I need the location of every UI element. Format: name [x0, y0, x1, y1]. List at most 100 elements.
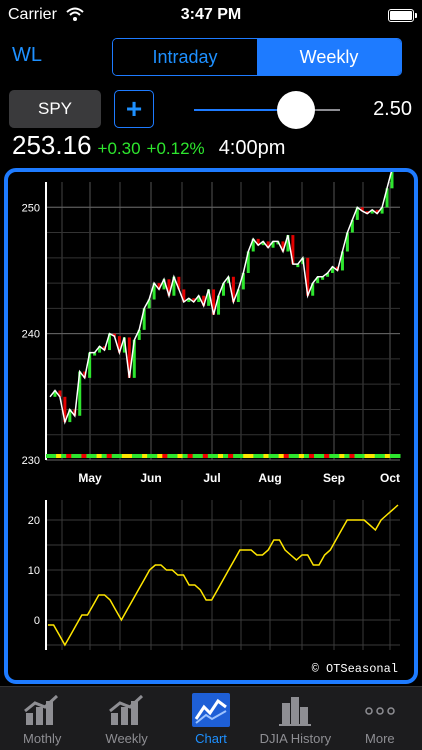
signal-strip-segment — [111, 454, 118, 458]
cycle-line — [48, 504, 399, 647]
signal-strip-segment — [76, 454, 82, 458]
battery-icon — [388, 9, 417, 22]
signal-strip-segment — [212, 454, 219, 458]
y-tick-label: 10 — [28, 565, 40, 577]
smoothing-slider[interactable] — [194, 91, 340, 129]
signal-strip-segment — [192, 454, 199, 458]
quote-line: 253.16 +0.30 +0.12% 4:00pm — [12, 130, 285, 162]
last-price: 253.16 — [12, 130, 92, 160]
tab-weekly[interactable]: Weekly — [84, 687, 168, 750]
signal-strip-segment — [197, 454, 204, 458]
tab-more[interactable]: More — [338, 687, 422, 750]
plus-icon: + — [125, 93, 143, 124]
tab-monthly[interactable]: Mothly — [0, 687, 84, 750]
slider-value: 2.50 — [373, 98, 412, 120]
signal-strip-segment — [116, 454, 123, 458]
price-chart: 230 240 250 May Jun Jul Aug Sep Oct — [22, 172, 401, 485]
signal-strip-segment — [308, 454, 315, 458]
signal-strip-segment — [344, 454, 350, 458]
signal-strip-segment — [369, 454, 376, 458]
tab-djia-history[interactable]: DJIA History — [253, 687, 337, 750]
signal-strip-segment — [207, 454, 214, 458]
tab-label: DJIA History — [259, 731, 332, 746]
signal-strip-segment — [126, 454, 133, 458]
signal-strip-segment — [319, 454, 325, 458]
signal-strip-segment — [329, 454, 335, 458]
signal-strip-segment — [384, 454, 391, 458]
chart-panel[interactable]: 230 240 250 May Jun Jul Aug Sep Oct 0 10 20 © OTSe… — [4, 168, 418, 684]
price-change-percent: +0.12% — [146, 139, 205, 158]
signal-strip-segment — [81, 454, 87, 458]
signal-strip-segment — [56, 454, 62, 458]
y-tick-label: 230 — [22, 455, 40, 467]
signal-strip-segment — [223, 454, 229, 458]
tab-label: More — [365, 731, 395, 746]
signal-strip-segment — [243, 454, 249, 458]
signal-strip-segment — [172, 454, 178, 458]
x-tick-label: Jun — [140, 471, 161, 485]
seasonal-cycle-chart: 0 10 20 — [28, 500, 400, 650]
add-symbol-button[interactable]: + — [114, 90, 154, 128]
chart-canvas: 230 240 250 May Jun Jul Aug Sep Oct 0 10 20 © OTSe… — [22, 172, 401, 676]
signal-strip-segment — [324, 454, 330, 458]
signal-strip-segment — [167, 454, 173, 458]
quote-time: 4:00pm — [218, 137, 286, 159]
signal-strip-segment — [314, 454, 320, 458]
y-tick-label: 20 — [28, 515, 40, 527]
signal-strip-segment — [157, 454, 163, 458]
signal-strip-segment — [258, 454, 264, 458]
signal-strip-segment — [354, 454, 361, 458]
signal-strip-segment — [101, 454, 108, 458]
symbol-button[interactable]: SPY — [9, 90, 101, 128]
x-tick-label: Oct — [380, 471, 400, 485]
watchlist-button[interactable]: WL — [12, 44, 42, 67]
slider-thumb[interactable] — [277, 91, 316, 129]
signal-strip-segment — [131, 454, 138, 458]
status-time: 3:47 PM — [180, 6, 242, 23]
signal-strip-segment — [66, 454, 72, 458]
segment-intraday[interactable]: Intraday — [113, 39, 257, 75]
tab-bar: Mothly Weekly Chart DJIA History More — [0, 686, 422, 750]
signal-strip-segment — [248, 454, 254, 458]
signal-strip-segment — [359, 454, 366, 458]
signal-strip-segment — [71, 454, 77, 458]
y-tick-label: 0 — [34, 615, 40, 627]
signal-strip-segment — [389, 454, 396, 458]
signal-strip-segment — [187, 454, 194, 458]
signal-strip-segment — [283, 454, 290, 458]
signal-strip-segment — [364, 454, 371, 458]
signal-strip-segment — [394, 454, 401, 458]
signal-strip-segment — [293, 454, 300, 458]
signal-strip-segment — [278, 454, 285, 458]
signal-strip-segment — [177, 454, 184, 458]
signal-strip-segment — [91, 454, 98, 458]
signal-strip-segment — [86, 454, 93, 458]
signal-strip-segment — [46, 454, 52, 458]
signal-strip-segment — [202, 454, 209, 458]
signal-strip-segment — [233, 454, 239, 458]
bar-chart-icon — [108, 694, 143, 725]
signal-strip-segment — [349, 454, 355, 458]
signal-strip-segment — [217, 454, 224, 458]
more-dots-icon — [365, 707, 395, 715]
signal-strip-segment — [152, 454, 158, 458]
segment-weekly[interactable]: Weekly — [257, 39, 401, 75]
x-tick-label: Sep — [323, 471, 345, 485]
signal-strip-segment — [61, 454, 67, 458]
bar-chart-icon — [24, 694, 59, 725]
signal-strip-segment — [379, 454, 386, 458]
signal-strip-segment — [121, 454, 128, 458]
y-tick-label: 240 — [22, 329, 40, 341]
signal-strip-segment — [51, 454, 57, 458]
x-tick-label: Aug — [258, 471, 281, 485]
signal-strip-segment — [268, 454, 275, 458]
tab-chart[interactable]: Chart — [169, 687, 253, 750]
signal-strip-segment — [142, 454, 148, 458]
period-segmented-control: Intraday Weekly — [112, 38, 402, 76]
signal-strip-segment — [263, 454, 270, 458]
tab-label: Weekly — [105, 731, 148, 746]
signal-strip-segment — [339, 454, 345, 458]
signal-strip-segment — [147, 454, 153, 458]
signal-strip-segment — [162, 454, 168, 458]
nav-header: WL Intraday Weekly — [0, 34, 422, 80]
